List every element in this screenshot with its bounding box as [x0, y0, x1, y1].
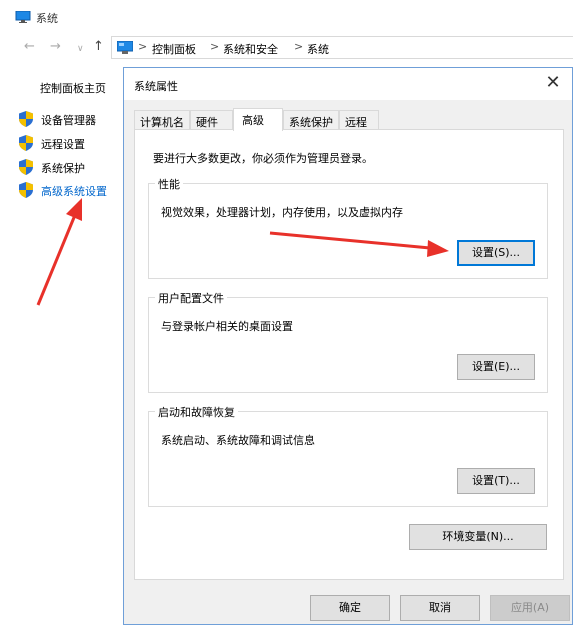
breadcrumb-separator: >: [294, 40, 304, 53]
close-icon[interactable]: ✕: [542, 72, 564, 94]
computer-icon: [15, 11, 31, 23]
window-title: 系统: [36, 12, 58, 25]
environment-variables-button[interactable]: 环境变量(N)...: [409, 524, 547, 550]
shield-icon: [19, 135, 33, 151]
cancel-button[interactable]: 取消: [400, 595, 480, 621]
breadcrumb-system-security[interactable]: 系统和安全: [223, 41, 278, 57]
tab-remote[interactable]: 远程: [339, 110, 379, 130]
performance-settings-button[interactable]: 设置(S)...: [457, 240, 535, 266]
tab-strip: 计算机名 硬件 高级 系统保护 远程: [134, 108, 564, 131]
tab-system-protection[interactable]: 系统保护: [283, 110, 339, 130]
startup-recovery-settings-button[interactable]: 设置(T)...: [457, 468, 535, 494]
group-description: 与登录帐户相关的桌面设置: [161, 320, 293, 333]
back-button[interactable]: ←: [24, 39, 35, 55]
sidebar-item-label: 远程设置: [41, 138, 85, 151]
tab-computer-name[interactable]: 计算机名: [134, 110, 190, 130]
group-title: 启动和故障恢复: [155, 404, 238, 420]
dialog-titlebar: 系统属性 ✕: [124, 68, 572, 100]
forward-button[interactable]: →: [50, 39, 61, 55]
admin-notice: 要进行大多数更改，你必须作为管理员登录。: [153, 152, 373, 165]
breadcrumb-separator: >: [210, 40, 220, 53]
shield-icon: [19, 182, 33, 198]
sidebar-item-label: 设备管理器: [41, 114, 96, 127]
control-panel-icon: [117, 41, 133, 54]
address-bar[interactable]: > 控制面板 > 系统和安全 > 系统: [111, 36, 573, 59]
ok-button[interactable]: 确定: [310, 595, 390, 621]
user-profiles-group: 用户配置文件 与登录帐户相关的桌面设置 设置(E)...: [148, 290, 548, 393]
address-row: ← → ∨ ↑ > 控制面板 > 系统和安全 > 系统: [0, 34, 573, 62]
group-title: 用户配置文件: [155, 290, 227, 306]
system-properties-dialog: 系统属性 ✕ 计算机名 硬件 高级 系统保护 远程 要进行大多数更改，你必须作为…: [123, 67, 573, 625]
group-title: 性能: [155, 176, 183, 192]
breadcrumb-separator: >: [138, 40, 148, 53]
breadcrumb-control-panel[interactable]: 控制面板: [152, 41, 196, 57]
performance-group: 性能 视觉效果，处理器计划，内存使用，以及虚拟内存 设置(S)...: [148, 176, 548, 279]
apply-button[interactable]: 应用(A): [490, 595, 570, 621]
up-button[interactable]: ↑: [93, 39, 104, 55]
tab-advanced[interactable]: 高级: [233, 108, 283, 131]
tab-hardware[interactable]: 硬件: [190, 110, 233, 130]
group-description: 系统启动、系统故障和调试信息: [161, 434, 315, 447]
sidebar-item-label: 系统保护: [41, 162, 85, 175]
sidebar-home-link[interactable]: 控制面板主页: [40, 80, 106, 96]
sidebar-item-label: 高级系统设置: [41, 185, 107, 198]
recent-locations-button[interactable]: ∨: [77, 41, 84, 57]
breadcrumb-system[interactable]: 系统: [307, 41, 329, 57]
window-titlebar: 系统: [0, 0, 573, 32]
shield-icon: [19, 111, 33, 127]
user-profiles-settings-button[interactable]: 设置(E)...: [457, 354, 535, 380]
shield-icon: [19, 159, 33, 175]
group-description: 视觉效果，处理器计划，内存使用，以及虚拟内存: [161, 206, 403, 219]
dialog-title: 系统属性: [134, 80, 178, 93]
advanced-tab-panel: 要进行大多数更改，你必须作为管理员登录。 性能 视觉效果，处理器计划，内存使用，…: [134, 129, 564, 580]
startup-recovery-group: 启动和故障恢复 系统启动、系统故障和调试信息 设置(T)...: [148, 404, 548, 507]
annotation-arrow-sidebar: [36, 198, 82, 306]
